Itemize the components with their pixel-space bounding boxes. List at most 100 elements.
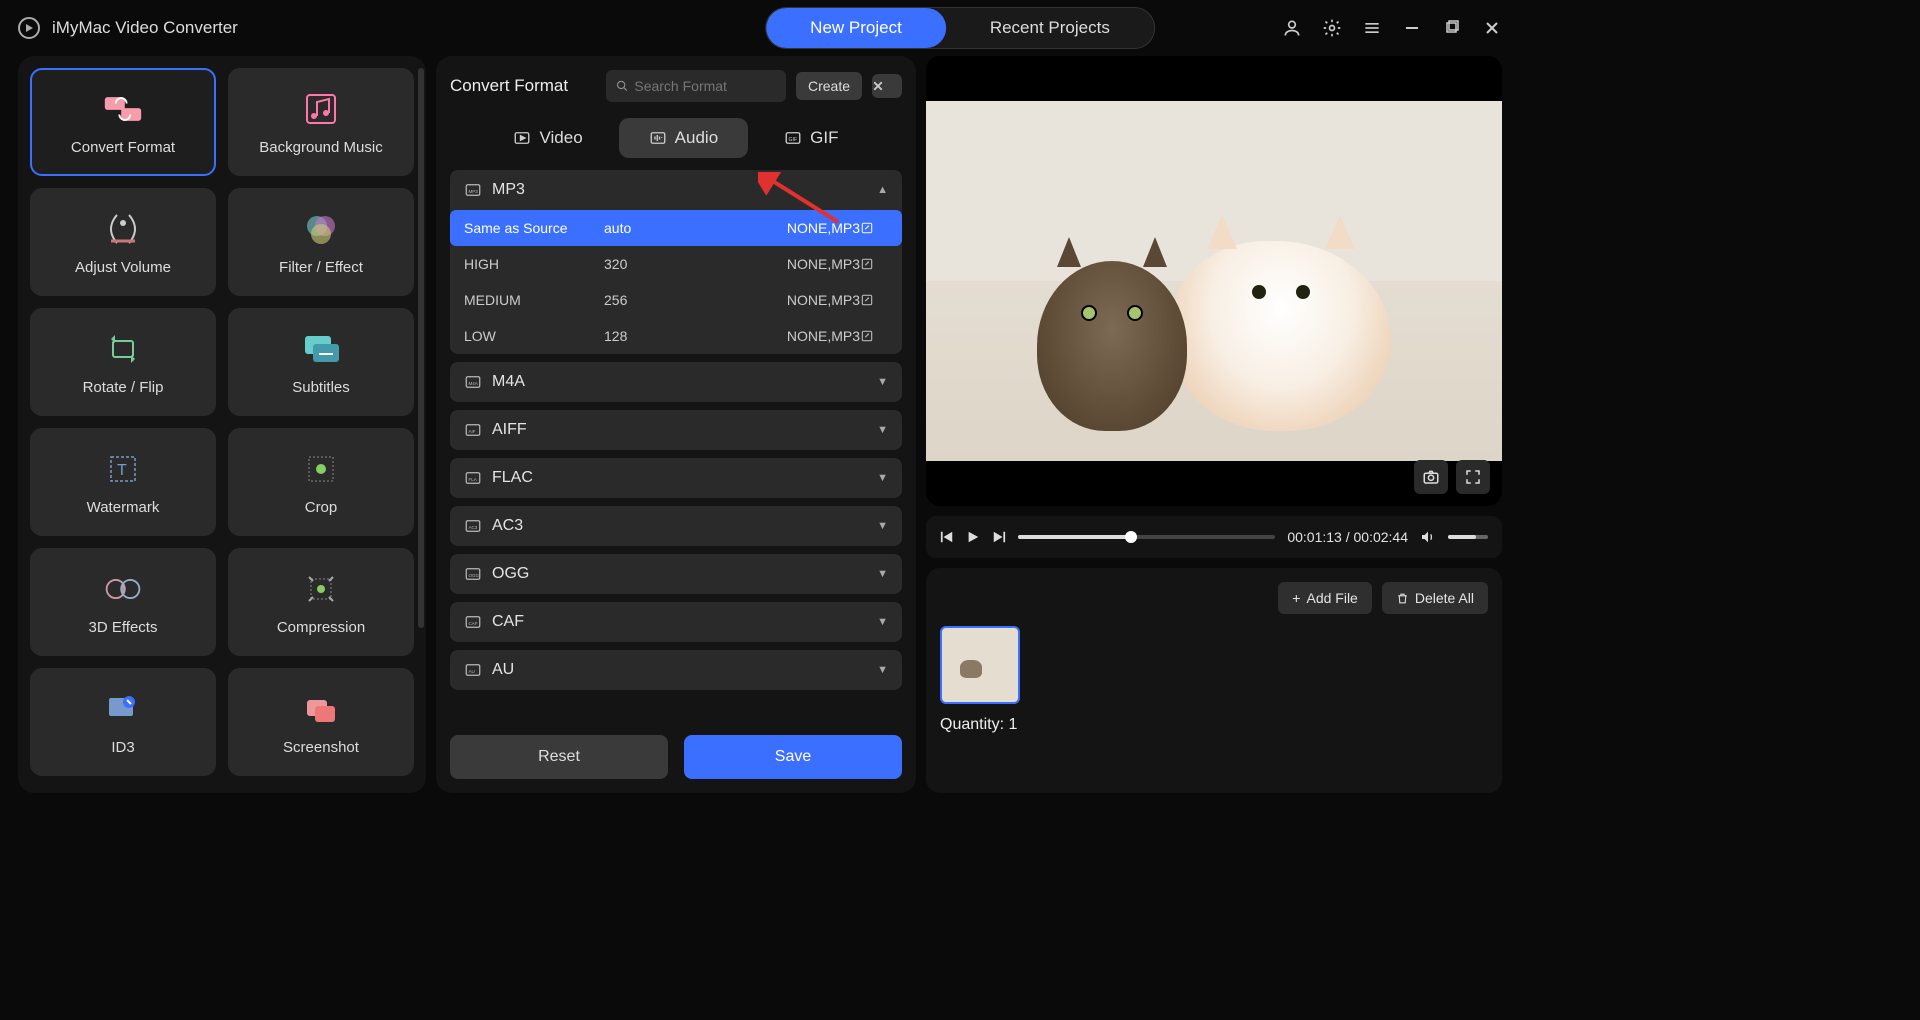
format-ogg-header[interactable]: OGGOGG▼ xyxy=(450,554,902,594)
edit-icon[interactable] xyxy=(860,329,888,343)
time-display: 00:01:13 / 00:02:44 xyxy=(1287,529,1408,545)
tab-gif[interactable]: GIF GIF xyxy=(754,118,868,158)
tool-rotate-flip[interactable]: Rotate / Flip xyxy=(30,308,216,416)
tool-compression[interactable]: Compression xyxy=(228,548,414,656)
format-label: AU xyxy=(492,661,514,679)
chevron-up-icon: ▲ xyxy=(877,184,888,196)
compression-icon xyxy=(301,569,341,609)
edit-icon[interactable] xyxy=(860,293,888,307)
right-column: 00:01:13 / 00:02:44 + Add File Delete Al… xyxy=(926,56,1502,793)
preset-codec: NONE,MP3 xyxy=(754,256,860,272)
format-flac: FLAFLAC▼ xyxy=(450,458,902,498)
add-file-label: Add File xyxy=(1306,590,1357,606)
format-type-tabs: Video Audio GIF GIF xyxy=(450,112,902,160)
format-mp3-header[interactable]: MP3MP3▲ xyxy=(450,170,902,210)
sidebar-scrollbar[interactable] xyxy=(418,68,424,628)
settings-icon[interactable] xyxy=(1322,18,1342,38)
minimize-button[interactable] xyxy=(1402,18,1422,38)
delete-all-label: Delete All xyxy=(1415,590,1474,606)
tab-audio[interactable]: Audio xyxy=(619,118,748,158)
volume-button[interactable] xyxy=(1420,529,1436,545)
tool-label: ID3 xyxy=(111,739,134,756)
preset-row[interactable]: LOW128NONE,MP3 xyxy=(450,318,902,354)
delete-all-button[interactable]: Delete All xyxy=(1382,582,1488,614)
tool-3d-effects[interactable]: 3D Effects xyxy=(30,548,216,656)
video-preview[interactable] xyxy=(926,56,1502,506)
svg-text:GIF: GIF xyxy=(789,137,798,143)
filter-effect-icon xyxy=(301,209,341,249)
tool-filter-effect[interactable]: Filter / Effect xyxy=(228,188,414,296)
tool-label: Adjust Volume xyxy=(75,259,171,276)
chevron-down-icon: ▼ xyxy=(877,568,888,580)
edit-icon[interactable] xyxy=(860,257,888,271)
format-flac-header[interactable]: FLAFLAC▼ xyxy=(450,458,902,498)
format-icon: AC3 xyxy=(464,517,482,535)
format-label: M4A xyxy=(492,373,525,391)
prev-button[interactable] xyxy=(940,530,954,544)
tool-label: Background Music xyxy=(259,139,382,156)
adjust-volume-icon xyxy=(103,209,143,249)
seek-bar[interactable] xyxy=(1018,535,1275,539)
tool-label: Compression xyxy=(277,619,365,636)
tool-id3[interactable]: ID3 xyxy=(30,668,216,776)
format-label: FLAC xyxy=(492,469,533,487)
play-button[interactable] xyxy=(966,530,980,544)
preset-row[interactable]: MEDIUM256NONE,MP3 xyxy=(450,282,902,318)
format-m4a-header[interactable]: M4AM4A▼ xyxy=(450,362,902,402)
preset-name: LOW xyxy=(464,328,604,344)
save-button[interactable]: Save xyxy=(684,735,902,779)
format-caf-header[interactable]: CAFCAF▼ xyxy=(450,602,902,642)
screenshot-icon xyxy=(301,689,341,729)
fullscreen-button[interactable] xyxy=(1456,460,1490,494)
recent-projects-tab[interactable]: Recent Projects xyxy=(946,8,1154,48)
tab-video[interactable]: Video xyxy=(483,118,612,158)
menu-icon[interactable] xyxy=(1362,18,1382,38)
title-bar: iMyMac Video Converter New Project Recen… xyxy=(0,0,1520,56)
format-ogg: OGGOGG▼ xyxy=(450,554,902,594)
preset-row[interactable]: HIGH320NONE,MP3 xyxy=(450,246,902,282)
file-thumbnail[interactable] xyxy=(940,626,1020,704)
new-project-tab[interactable]: New Project xyxy=(766,8,946,48)
tool-convert-format[interactable]: Convert Format xyxy=(30,68,216,176)
search-input[interactable] xyxy=(634,78,776,94)
reset-button[interactable]: Reset xyxy=(450,735,668,779)
tool-watermark[interactable]: TWatermark xyxy=(30,428,216,536)
maximize-button[interactable] xyxy=(1442,18,1462,38)
crop-icon xyxy=(301,449,341,489)
subtitles-icon xyxy=(301,329,341,369)
video-icon xyxy=(513,129,531,147)
app-title: iMyMac Video Converter xyxy=(52,18,238,38)
window-controls xyxy=(1282,18,1502,38)
tool-screenshot[interactable]: Screenshot xyxy=(228,668,414,776)
tool-subtitles[interactable]: Subtitles xyxy=(228,308,414,416)
close-button[interactable] xyxy=(1482,18,1502,38)
chevron-down-icon: ▼ xyxy=(877,616,888,628)
format-ac3-header[interactable]: AC3AC3▼ xyxy=(450,506,902,546)
format-aiff-header[interactable]: AIFAIFF▼ xyxy=(450,410,902,450)
format-search[interactable] xyxy=(606,70,786,102)
format-au: AUAU▼ xyxy=(450,650,902,690)
svg-text:AIF: AIF xyxy=(469,429,476,434)
next-button[interactable] xyxy=(992,530,1006,544)
chevron-down-icon: ▼ xyxy=(877,664,888,676)
format-label: CAF xyxy=(492,613,524,631)
tab-audio-label: Audio xyxy=(675,128,718,148)
svg-text:T: T xyxy=(117,462,127,479)
add-file-button[interactable]: + Add File xyxy=(1278,582,1372,614)
create-button[interactable]: Create xyxy=(796,72,862,100)
close-panel-button[interactable] xyxy=(872,74,902,98)
tool-label: Crop xyxy=(305,499,338,516)
volume-slider[interactable] xyxy=(1448,535,1488,539)
tool-background-music[interactable]: Background Music xyxy=(228,68,414,176)
tool-adjust-volume[interactable]: Adjust Volume xyxy=(30,188,216,296)
chevron-down-icon: ▼ xyxy=(877,520,888,532)
tool-label: Convert Format xyxy=(71,139,175,156)
account-icon[interactable] xyxy=(1282,18,1302,38)
tool-crop[interactable]: Crop xyxy=(228,428,414,536)
background-music-icon xyxy=(301,89,341,129)
format-au-header[interactable]: AUAU▼ xyxy=(450,650,902,690)
edit-icon[interactable] xyxy=(860,221,888,235)
preset-row[interactable]: Same as SourceautoNONE,MP3 xyxy=(450,210,902,246)
quantity-value: 1 xyxy=(1008,716,1017,733)
snapshot-button[interactable] xyxy=(1414,460,1448,494)
